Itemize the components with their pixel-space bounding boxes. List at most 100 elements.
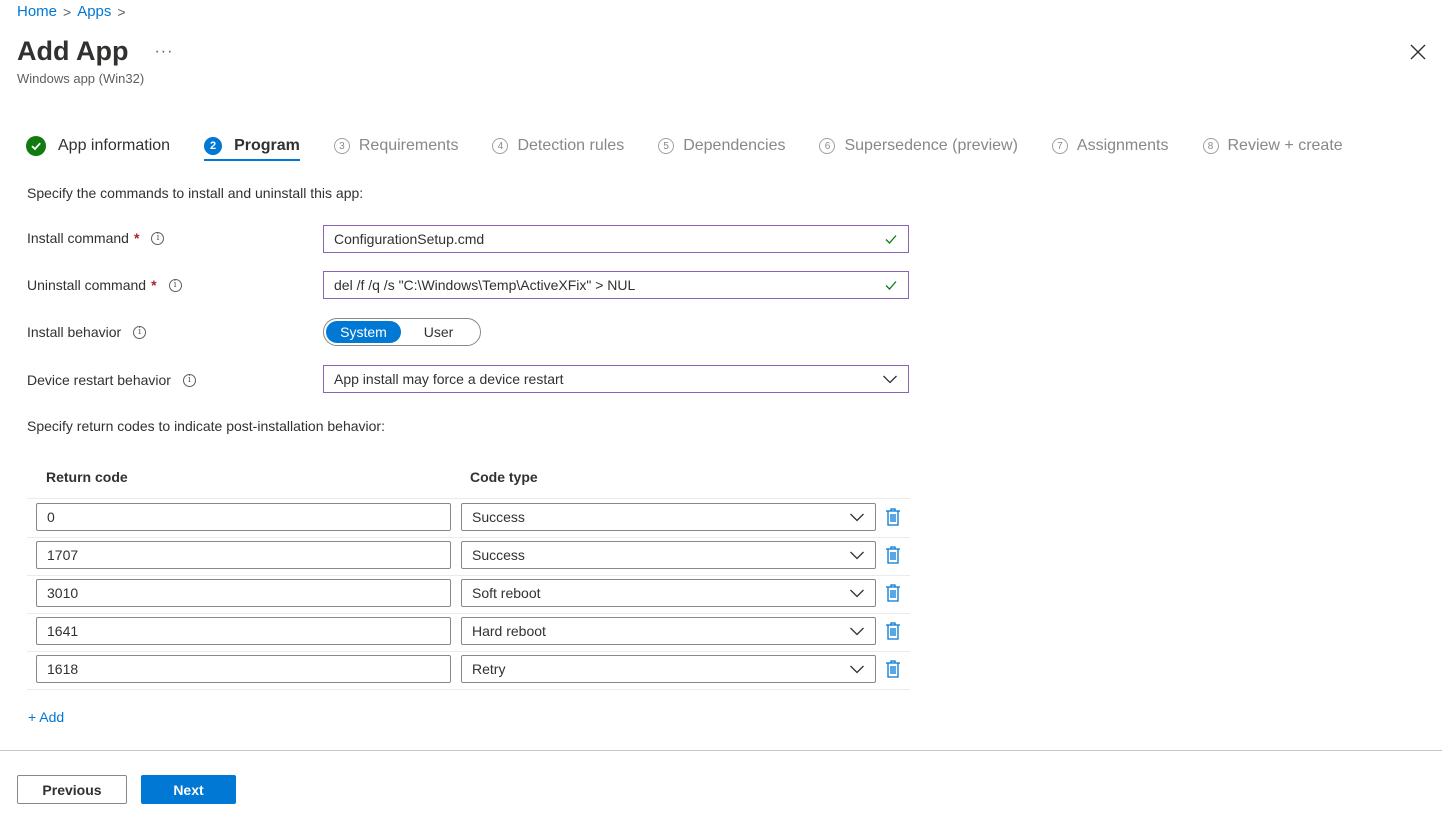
device-restart-dropdown[interactable]: App install may force a device restart [323, 365, 909, 393]
code-type-dropdown[interactable]: Hard reboot [461, 617, 876, 645]
close-icon[interactable] [1408, 42, 1428, 62]
step-supersedence[interactable]: 6 Supersedence (preview) [819, 137, 1018, 155]
commands-intro: Specify the commands to install and unin… [27, 185, 364, 201]
table-row: 1618 Retry [27, 651, 910, 690]
step-number: 5 [658, 138, 675, 154]
device-restart-value: App install may force a device restart [334, 371, 564, 387]
install-behavior-toggle: System User [323, 318, 481, 346]
info-icon[interactable]: i [151, 231, 165, 245]
step-detection-rules[interactable]: 4 Detection rules [492, 137, 624, 155]
step-assignments[interactable]: 7 Assignments [1051, 137, 1169, 155]
column-header-return-code: Return code [46, 469, 128, 485]
step-label: Review + create [1227, 137, 1343, 154]
return-codes-table-header: Return code Code type [27, 462, 910, 499]
step-number: 8 [1202, 138, 1219, 154]
table-row: 1641 Hard reboot [27, 613, 910, 652]
install-command-field[interactable]: ConfigurationSetup.cmd [323, 225, 909, 253]
code-type-value: Success [472, 509, 525, 525]
chevron-down-icon [850, 627, 864, 636]
chevron-down-icon [850, 513, 864, 522]
page-subtitle: Windows app (Win32) [17, 71, 145, 86]
install-behavior-text: Install behavior [27, 324, 122, 340]
step-number: 6 [819, 138, 836, 154]
code-type-value: Hard reboot [472, 623, 546, 639]
uninstall-command-text: Uninstall command [27, 277, 147, 293]
code-type-dropdown[interactable]: Success [461, 503, 876, 531]
column-header-code-type: Code type [470, 469, 538, 485]
table-row: 0 Success [27, 499, 910, 538]
page-title: Add App [17, 36, 129, 66]
uninstall-command-label: Uninstall command * i [27, 277, 182, 293]
step-label: Supersedence (preview) [844, 137, 1018, 154]
wizard-steps: App information 2 Program 3 Requirements… [26, 134, 1377, 161]
more-options-button[interactable]: ··· [154, 43, 173, 61]
return-code-input[interactable]: 1618 [36, 655, 451, 683]
step-number: 2 [204, 137, 223, 155]
breadcrumb-separator: > [63, 3, 72, 20]
step-label: Dependencies [683, 137, 786, 154]
code-type-dropdown[interactable]: Success [461, 541, 876, 569]
step-label: Program [234, 137, 300, 154]
step-dependencies[interactable]: 5 Dependencies [658, 137, 785, 155]
uninstall-command-value: del /f /q /s "C:\Windows\Temp\ActiveXFix… [334, 277, 636, 293]
breadcrumb-home[interactable]: Home [17, 3, 57, 20]
step-label: Assignments [1076, 137, 1169, 154]
info-icon[interactable]: i [168, 278, 182, 292]
add-return-code-link[interactable]: + Add [28, 709, 64, 725]
required-mark: * [151, 277, 157, 293]
step-number: 4 [492, 138, 509, 154]
behavior-option-system[interactable]: System [326, 321, 401, 343]
step-app-information[interactable]: App information [26, 136, 170, 156]
step-number: 7 [1051, 138, 1068, 154]
install-command-value: ConfigurationSetup.cmd [334, 231, 485, 247]
code-type-value: Success [472, 547, 525, 563]
breadcrumb-apps[interactable]: Apps [77, 3, 111, 20]
behavior-option-user[interactable]: User [401, 321, 476, 343]
step-label: Detection rules [517, 137, 625, 154]
checkmark-icon [885, 235, 897, 244]
trash-icon[interactable] [884, 621, 902, 641]
chevron-down-icon [850, 551, 864, 560]
trash-icon[interactable] [884, 545, 902, 565]
uninstall-command-field[interactable]: del /f /q /s "C:\Windows\Temp\ActiveXFix… [323, 271, 909, 299]
install-behavior-label: Install behavior i [27, 324, 147, 340]
return-code-input[interactable]: 1641 [36, 617, 451, 645]
trash-icon[interactable] [884, 507, 902, 527]
return-codes-intro: Specify return codes to indicate post-in… [27, 418, 385, 434]
step-label: App information [58, 137, 171, 154]
chevron-down-icon [850, 665, 864, 674]
chevron-down-icon [883, 375, 897, 384]
checkmark-icon [26, 136, 46, 156]
step-requirements[interactable]: 3 Requirements [333, 137, 459, 155]
next-button[interactable]: Next [141, 775, 236, 804]
install-command-text: Install command [27, 230, 129, 246]
breadcrumb: Home > Apps > [17, 3, 126, 20]
table-row: 1707 Success [27, 537, 910, 576]
trash-icon[interactable] [884, 659, 902, 679]
checkmark-icon [885, 281, 897, 290]
info-icon[interactable]: i [133, 325, 147, 339]
previous-button[interactable]: Previous [17, 775, 127, 804]
breadcrumb-separator: > [117, 3, 126, 20]
return-code-input[interactable]: 1707 [36, 541, 451, 569]
trash-icon[interactable] [884, 583, 902, 603]
title-row: Add App ··· [17, 36, 173, 67]
code-type-dropdown[interactable]: Soft reboot [461, 579, 876, 607]
chevron-down-icon [850, 589, 864, 598]
device-restart-label: Device restart behavior i [27, 372, 196, 388]
device-restart-text: Device restart behavior [27, 372, 171, 388]
required-mark: * [133, 230, 140, 246]
code-type-value: Soft reboot [472, 585, 541, 601]
step-label: Requirements [358, 137, 459, 154]
step-program[interactable]: 2 Program [204, 137, 300, 161]
code-type-value: Retry [472, 661, 506, 677]
install-command-label: Install command * i [27, 230, 165, 246]
step-number: 3 [333, 138, 350, 154]
info-icon[interactable]: i [182, 373, 196, 387]
step-review-create[interactable]: 8 Review + create [1202, 137, 1343, 155]
return-code-input[interactable]: 0 [36, 503, 451, 531]
footer-divider [0, 750, 1442, 751]
table-row: 3010 Soft reboot [27, 575, 910, 614]
return-code-input[interactable]: 3010 [36, 579, 451, 607]
code-type-dropdown[interactable]: Retry [461, 655, 876, 683]
